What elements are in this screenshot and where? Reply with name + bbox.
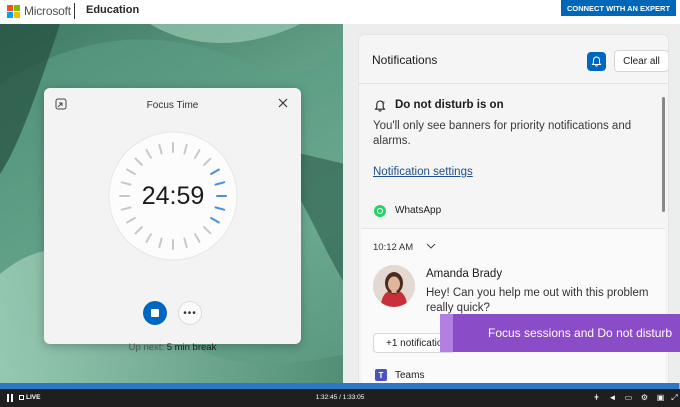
bell-snooze-icon [591,56,602,67]
teams-icon: T [375,369,387,381]
header-divider [74,3,75,19]
more-options-button[interactable]: ••• [178,301,202,325]
stop-button[interactable] [143,301,167,325]
clear-all-button[interactable]: Clear all [614,50,668,72]
captions-icon[interactable]: ǂ [592,393,601,402]
microsoft-logo-icon[interactable] [7,5,20,18]
dnd-title: Do not disturb is on [395,99,504,111]
transcript-icon[interactable]: ▭ [624,393,633,402]
message-time: 10:12 AM [373,242,414,253]
more-icon: ••• [183,307,197,319]
brand-name[interactable]: Microsoft [24,4,71,18]
up-next-value: 5 min break [166,342,217,353]
header-separator [359,83,668,84]
chevron-down-icon[interactable] [426,241,436,251]
scrollbar[interactable] [662,97,665,212]
sender-name: Amanda Brady [426,268,503,280]
whatsapp-app-label[interactable]: WhatsApp [395,205,441,216]
svg-text:z: z [383,100,385,105]
whatsapp-icon [374,205,386,217]
pip-icon[interactable]: ▣ [656,393,665,402]
video-caption: Focus sessions and Do not disturb [440,314,680,352]
notifications-title: Notifications [372,53,438,67]
up-next-text: Up next: 5 min break [44,342,301,353]
focus-time-title: Focus Time [146,100,199,111]
dnd-toggle-button[interactable] [587,52,606,71]
video-stage[interactable]: Focus Time 24:59 ••• Up next: 5 min brea… [0,24,680,390]
volume-icon[interactable]: ◄ [608,393,617,402]
dnd-description: You'll only see banners for priority not… [373,120,632,147]
playback-time: 1:32:45 / 1:33:05 [315,394,365,401]
focus-time-card: Focus Time 24:59 ••• Up next: 5 min brea… [44,88,301,353]
site-header: Microsoft Education CONNECT WITH AN EXPE… [0,0,680,24]
timer-readout: 24:59 [141,181,205,210]
section-name[interactable]: Education [86,4,139,16]
player-controls: LIVE 1:32:45 / 1:33:05 ǂ ◄ ▭ ⚙ ▣ ⤢ [0,389,680,407]
close-icon[interactable] [277,97,289,109]
connect-expert-button[interactable]: CONNECT WITH AN EXPERT [561,0,676,16]
settings-icon[interactable]: ⚙ [640,393,649,402]
message-notification[interactable]: 10:12 AM Amanda Brady Hey! Can you help … [362,228,665,388]
stop-icon [151,309,159,317]
fullscreen-icon[interactable]: ⤢ [670,393,679,402]
message-text: Hey! Can you help me out with this probl… [426,287,649,314]
notification-settings-link[interactable]: Notification settings [373,166,473,178]
up-next-prefix: Up next: [128,342,165,353]
do-not-disturb-icon: z [374,100,386,112]
teams-app-label[interactable]: Teams [395,370,424,381]
avatar [373,265,415,307]
